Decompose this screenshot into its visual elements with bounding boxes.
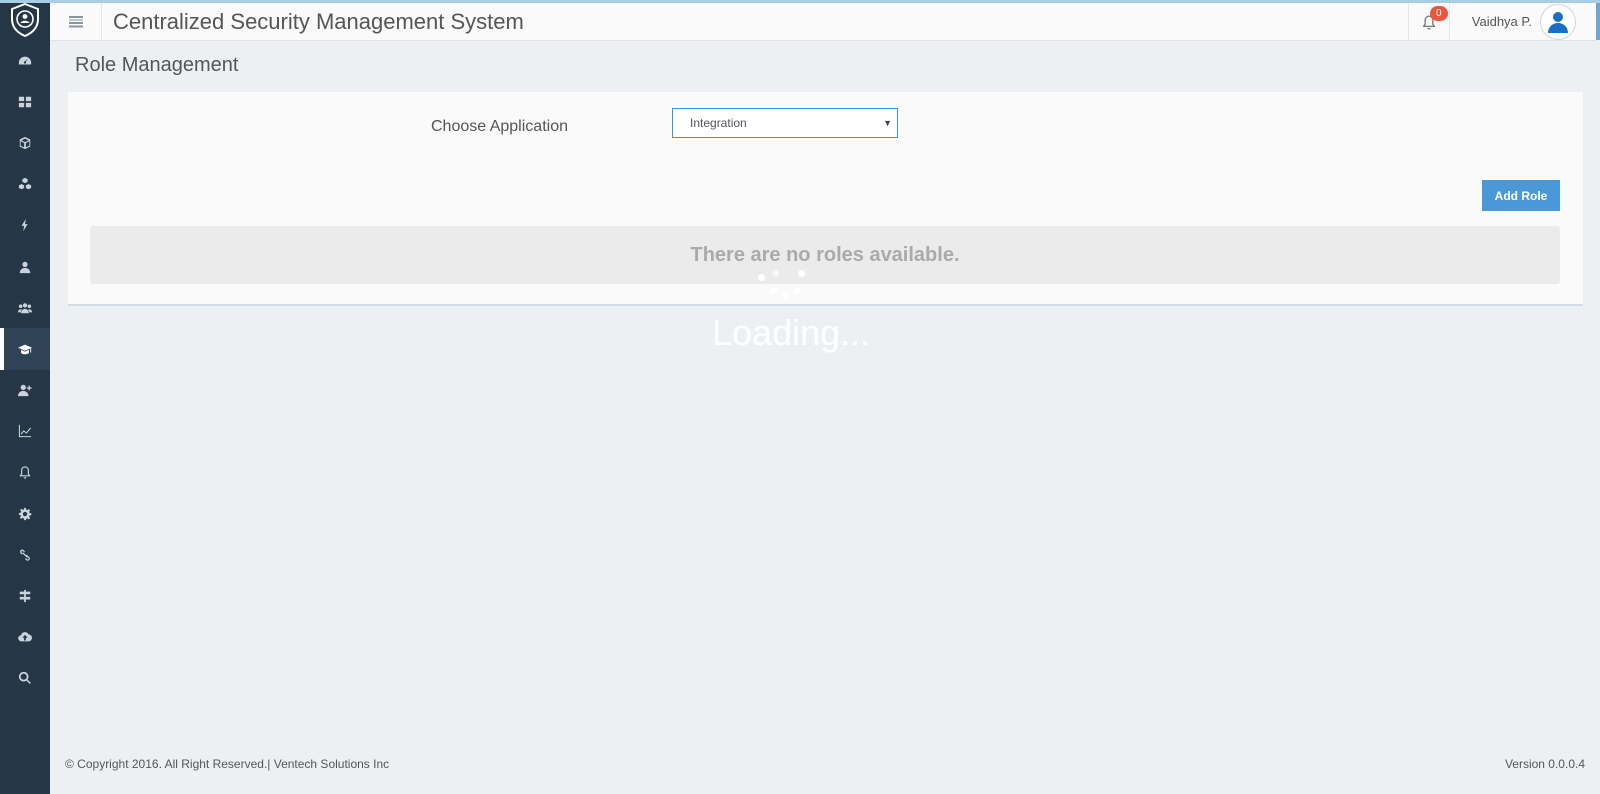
app-logo[interactable] — [0, 0, 50, 40]
sidebar-item-settings[interactable] — [0, 493, 50, 534]
page-title: Role Management — [75, 54, 239, 76]
role-management-panel: Choose Application Integration ▼ Add Rol… — [68, 92, 1583, 306]
link-icon — [19, 549, 30, 561]
search-icon — [18, 672, 31, 685]
bolt-icon — [21, 219, 28, 232]
sidebar-item-dashboard[interactable] — [0, 40, 50, 81]
sidebar-item-reports[interactable] — [0, 411, 50, 452]
sidebar-item-users[interactable] — [0, 287, 50, 328]
cubes-icon — [18, 178, 32, 190]
sidebar-item-user[interactable] — [0, 246, 50, 287]
hamburger-menu-icon — [68, 15, 83, 27]
footer-version: Version 0.0.0.4 — [1504, 757, 1585, 771]
bell-icon — [19, 466, 31, 480]
add-role-button[interactable]: Add Role — [1482, 180, 1560, 211]
menu-toggle-button[interactable] — [50, 2, 102, 41]
sidebar-item-integrations[interactable] — [0, 534, 50, 575]
application-select-value: Integration — [690, 116, 747, 130]
header-right-edge — [1596, 3, 1600, 40]
chevron-down-icon: ▼ — [883, 118, 892, 128]
sidebar-item-grid[interactable] — [0, 81, 50, 122]
sidebar-item-cubes[interactable] — [0, 164, 50, 205]
sliders-icon — [19, 589, 31, 603]
sidebar — [0, 0, 50, 794]
sidebar-item-search[interactable] — [0, 658, 50, 699]
loading-text: Loading... — [712, 312, 871, 353]
empty-roles-message: There are no roles available. — [90, 226, 1560, 284]
top-accent-line — [0, 0, 1600, 3]
avatar[interactable] — [1540, 3, 1576, 40]
sidebar-item-add-user[interactable] — [0, 370, 50, 411]
top-header: Centralized Security Management System 0… — [50, 2, 1596, 41]
gear-icon — [18, 507, 32, 520]
user-icon — [19, 261, 31, 273]
notification-count-badge: 0 — [1429, 5, 1448, 21]
sidebar-item-notifications[interactable] — [0, 452, 50, 493]
sidebar-item-cube[interactable] — [0, 122, 50, 163]
user-avatar-icon — [1548, 11, 1568, 33]
dashboard-gauge-icon — [18, 56, 32, 65]
grid-icon — [18, 96, 32, 108]
cloud-upload-icon — [18, 632, 32, 642]
sidebar-item-roles[interactable] — [0, 328, 50, 370]
graduation-cap-icon — [18, 344, 32, 355]
sidebar-item-config[interactable] — [0, 575, 50, 616]
notifications-button[interactable]: 0 — [1407, 2, 1450, 41]
loading-spinner-icon — [758, 270, 818, 310]
user-menu[interactable]: Vaidhya P. — [1450, 3, 1596, 40]
line-chart-icon — [18, 425, 32, 438]
footer-copyright: © Copyright 2016. All Right Reserved.| V… — [65, 757, 390, 771]
choose-application-label: Choose Application — [431, 118, 568, 135]
sidebar-item-upload[interactable] — [0, 617, 50, 658]
application-select[interactable]: Integration ▼ — [672, 108, 898, 138]
user-name: Vaidhya P. — [1471, 14, 1532, 29]
sidebar-item-bolt[interactable] — [0, 205, 50, 246]
app-title: Centralized Security Management System — [113, 8, 524, 34]
users-icon — [18, 302, 32, 313]
user-plus-icon — [18, 384, 32, 397]
shield-logo-icon — [11, 2, 39, 38]
cube-icon — [19, 136, 31, 150]
